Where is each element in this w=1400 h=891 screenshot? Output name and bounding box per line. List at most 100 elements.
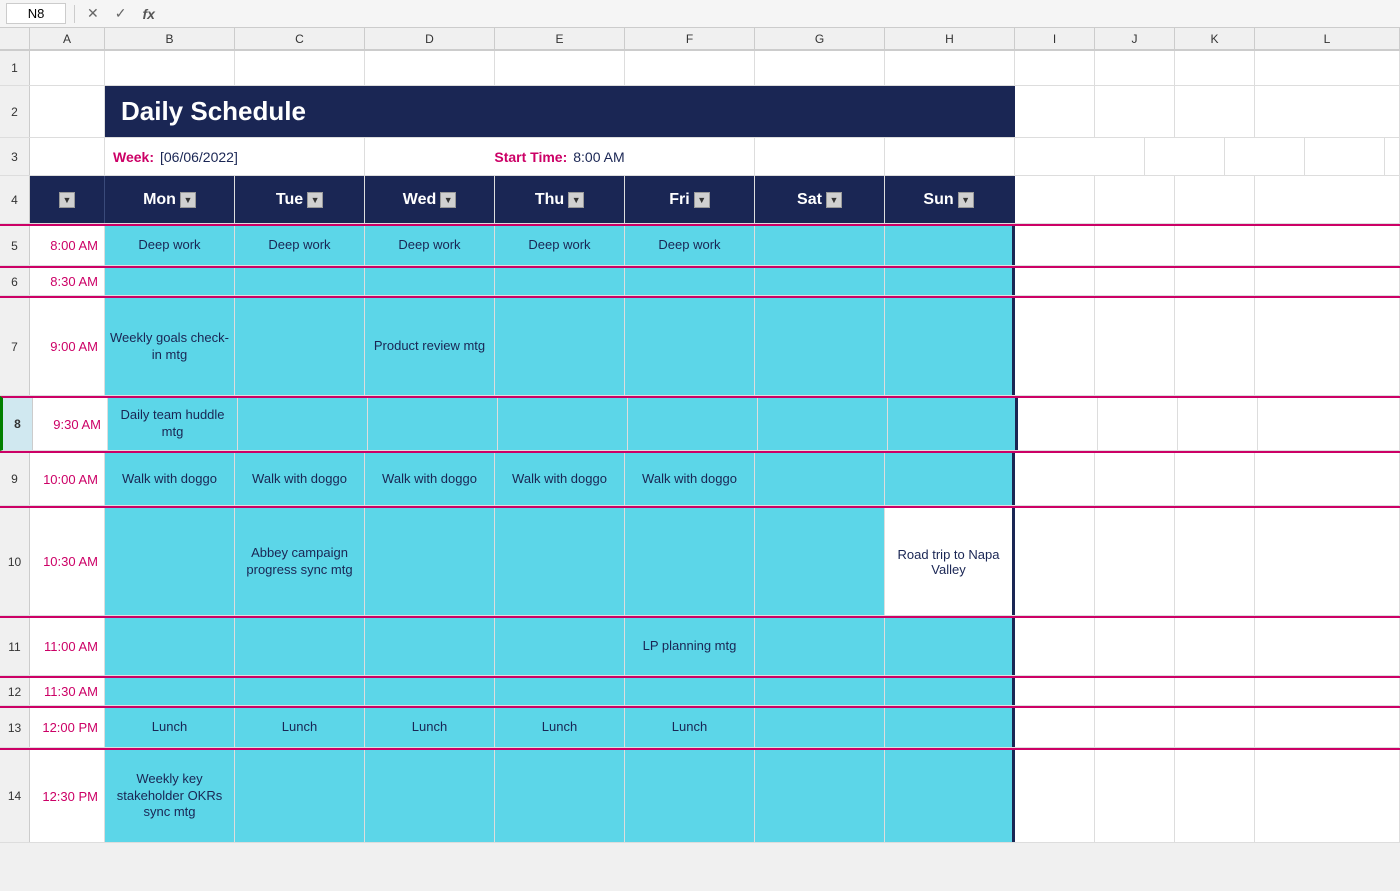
cell-5l[interactable] bbox=[1255, 226, 1400, 265]
event-mon-1000[interactable]: Walk with doggo bbox=[105, 453, 235, 505]
event-sun-900[interactable] bbox=[885, 298, 1015, 395]
cell-13j[interactable] bbox=[1095, 708, 1175, 747]
cell-1d[interactable] bbox=[365, 51, 495, 85]
event-sat-1130[interactable] bbox=[755, 678, 885, 705]
event-fri-930[interactable] bbox=[628, 398, 758, 450]
event-mon-930[interactable]: Daily team huddle mtg bbox=[108, 398, 238, 450]
cell-9j[interactable] bbox=[1095, 453, 1175, 505]
event-thu-1030[interactable] bbox=[495, 508, 625, 615]
event-sun-1200[interactable] bbox=[885, 708, 1015, 747]
cell-5k[interactable] bbox=[1175, 226, 1255, 265]
cell-4i[interactable] bbox=[1015, 176, 1095, 223]
cell-14l[interactable] bbox=[1255, 750, 1400, 842]
event-fri-900[interactable] bbox=[625, 298, 755, 395]
fri-dropdown[interactable]: ▼ bbox=[694, 192, 710, 208]
event-mon-1200[interactable]: Lunch bbox=[105, 708, 235, 747]
event-wed-1000[interactable]: Walk with doggo bbox=[365, 453, 495, 505]
cell-12j[interactable] bbox=[1095, 678, 1175, 705]
cell-9k[interactable] bbox=[1175, 453, 1255, 505]
cell-9l[interactable] bbox=[1255, 453, 1400, 505]
event-fri-830[interactable] bbox=[625, 268, 755, 295]
event-sat-1200[interactable] bbox=[755, 708, 885, 747]
event-wed-1130[interactable] bbox=[365, 678, 495, 705]
cell-5i[interactable] bbox=[1015, 226, 1095, 265]
cell-3k[interactable] bbox=[1305, 138, 1385, 175]
cell-11j[interactable] bbox=[1095, 618, 1175, 675]
cell-7l[interactable] bbox=[1255, 298, 1400, 395]
cell-2a[interactable] bbox=[30, 86, 105, 137]
event-fri-800[interactable]: Deep work bbox=[625, 226, 755, 265]
cell-11l[interactable] bbox=[1255, 618, 1400, 675]
event-tue-1030[interactable]: Abbey campaign progress sync mtg bbox=[235, 508, 365, 615]
event-sat-930[interactable] bbox=[758, 398, 888, 450]
mon-dropdown[interactable]: ▼ bbox=[180, 192, 196, 208]
event-mon-800[interactable]: Deep work bbox=[105, 226, 235, 265]
cell-6i[interactable] bbox=[1015, 268, 1095, 295]
cell-12i[interactable] bbox=[1015, 678, 1095, 705]
cell-4k[interactable] bbox=[1175, 176, 1255, 223]
cell-2i[interactable] bbox=[1015, 86, 1095, 137]
cell-14j[interactable] bbox=[1095, 750, 1175, 842]
event-sun-830[interactable] bbox=[885, 268, 1015, 295]
event-sun-1230[interactable] bbox=[885, 750, 1015, 842]
event-mon-830[interactable] bbox=[105, 268, 235, 295]
event-tue-1100[interactable] bbox=[235, 618, 365, 675]
event-sun-1000[interactable] bbox=[885, 453, 1015, 505]
cell-reference[interactable]: N8 bbox=[6, 3, 66, 24]
cell-1g[interactable] bbox=[755, 51, 885, 85]
cell-1e[interactable] bbox=[495, 51, 625, 85]
cell-1j[interactable] bbox=[1095, 51, 1175, 85]
cell-1i[interactable] bbox=[1015, 51, 1095, 85]
event-tue-1200[interactable]: Lunch bbox=[235, 708, 365, 747]
sun-dropdown[interactable]: ▼ bbox=[958, 192, 974, 208]
event-tue-1230[interactable] bbox=[235, 750, 365, 842]
event-wed-1100[interactable] bbox=[365, 618, 495, 675]
event-sat-800[interactable] bbox=[755, 226, 885, 265]
cell-14i[interactable] bbox=[1015, 750, 1095, 842]
event-sat-900[interactable] bbox=[755, 298, 885, 395]
cell-1l[interactable] bbox=[1255, 51, 1400, 85]
cell-1a[interactable] bbox=[30, 51, 105, 85]
event-fri-1100[interactable]: LP planning mtg bbox=[625, 618, 755, 675]
event-thu-900[interactable] bbox=[495, 298, 625, 395]
cell-10l[interactable] bbox=[1255, 508, 1400, 615]
tue-dropdown[interactable]: ▼ bbox=[307, 192, 323, 208]
event-mon-1130[interactable] bbox=[105, 678, 235, 705]
cell-1b[interactable] bbox=[105, 51, 235, 85]
confirm-icon[interactable]: ✓ bbox=[111, 5, 131, 22]
thu-dropdown[interactable]: ▼ bbox=[568, 192, 584, 208]
event-wed-800[interactable]: Deep work bbox=[365, 226, 495, 265]
event-sat-1100[interactable] bbox=[755, 618, 885, 675]
sat-dropdown[interactable]: ▼ bbox=[826, 192, 842, 208]
event-mon-900[interactable]: Weekly goals check-in mtg bbox=[105, 298, 235, 395]
wed-dropdown[interactable]: ▼ bbox=[440, 192, 456, 208]
event-sun-930[interactable] bbox=[888, 398, 1018, 450]
event-thu-1200[interactable]: Lunch bbox=[495, 708, 625, 747]
cell-3i[interactable] bbox=[1145, 138, 1225, 175]
event-sun-1130[interactable] bbox=[885, 678, 1015, 705]
cell-3f[interactable] bbox=[755, 138, 885, 175]
cell-9i[interactable] bbox=[1015, 453, 1095, 505]
cell-6k[interactable] bbox=[1175, 268, 1255, 295]
event-sun-1030[interactable]: Road trip to Napa Valley bbox=[885, 508, 1015, 615]
cell-3j[interactable] bbox=[1225, 138, 1305, 175]
event-sun-1100[interactable] bbox=[885, 618, 1015, 675]
cell-3l[interactable] bbox=[1385, 138, 1400, 175]
cell-10i[interactable] bbox=[1015, 508, 1095, 615]
event-tue-830[interactable] bbox=[235, 268, 365, 295]
cell-11i[interactable] bbox=[1015, 618, 1095, 675]
event-sat-830[interactable] bbox=[755, 268, 885, 295]
event-sat-1000[interactable] bbox=[755, 453, 885, 505]
cell-8i[interactable] bbox=[1018, 398, 1098, 450]
cell-2k[interactable] bbox=[1175, 86, 1255, 137]
cell-2j[interactable] bbox=[1095, 86, 1175, 137]
event-thu-1000[interactable]: Walk with doggo bbox=[495, 453, 625, 505]
event-wed-830[interactable] bbox=[365, 268, 495, 295]
cell-11k[interactable] bbox=[1175, 618, 1255, 675]
week-value[interactable]: [06/06/2022] bbox=[160, 149, 238, 165]
event-tue-1000[interactable]: Walk with doggo bbox=[235, 453, 365, 505]
cell-14k[interactable] bbox=[1175, 750, 1255, 842]
event-sat-1230[interactable] bbox=[755, 750, 885, 842]
event-wed-930[interactable] bbox=[368, 398, 498, 450]
event-fri-1030[interactable] bbox=[625, 508, 755, 615]
